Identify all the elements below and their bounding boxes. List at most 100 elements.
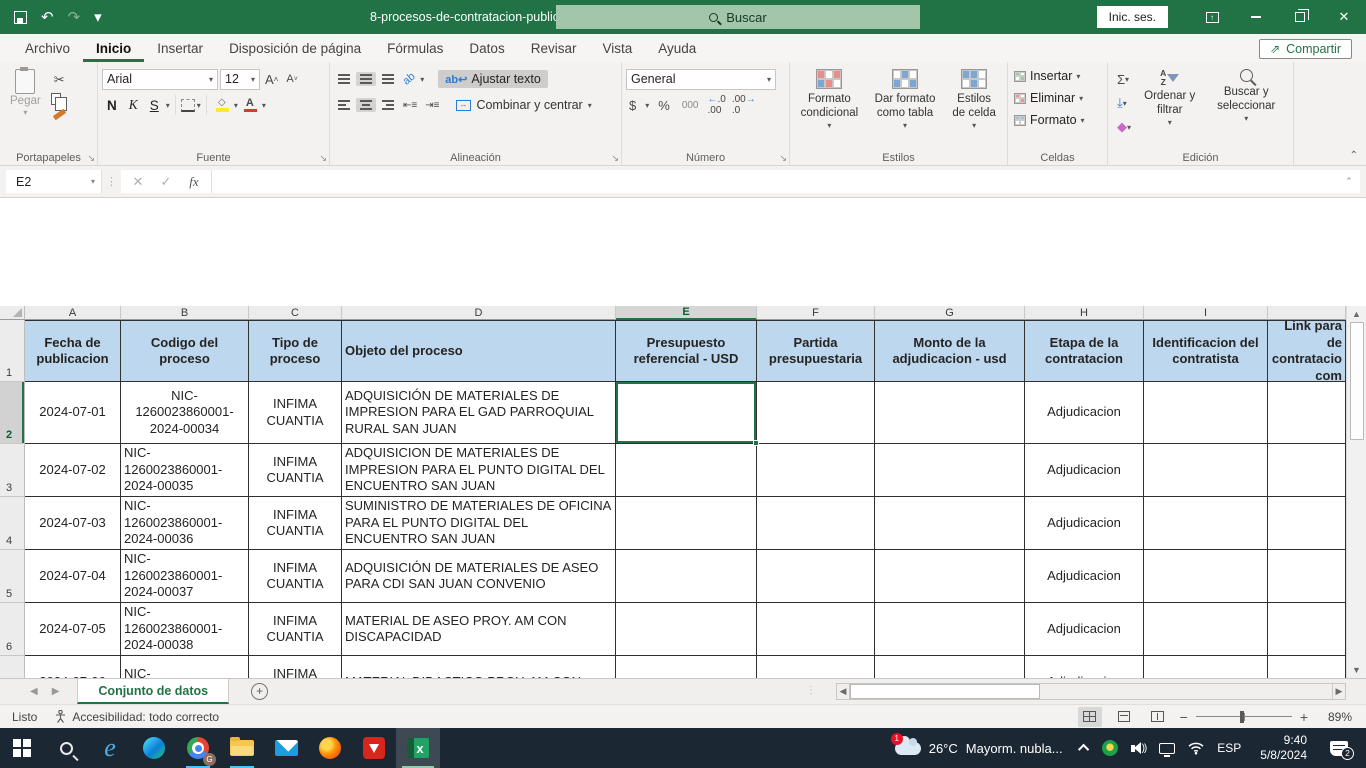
- number-dialog-launcher-icon[interactable]: ↘: [779, 153, 787, 164]
- cell-D3[interactable]: ADQUISICION DE MATERIALES DE IMPRESION P…: [342, 444, 616, 497]
- cell-I6[interactable]: [1144, 603, 1268, 656]
- cell-B7[interactable]: NIC-1260023860001-: [121, 656, 249, 678]
- enter-icon[interactable]: ✓: [153, 174, 179, 190]
- cell-styles-button[interactable]: Estilos de celda▾: [945, 66, 1003, 149]
- select-all-corner[interactable]: [0, 306, 25, 320]
- cell-D4[interactable]: SUMINISTRO DE MATERIALES DE OFICINA PARA…: [342, 497, 616, 550]
- firefox-icon[interactable]: [308, 728, 352, 768]
- row-header-3[interactable]: 3: [0, 444, 25, 497]
- notification-center-icon[interactable]: 2: [1330, 741, 1348, 756]
- cell-J4[interactable]: [1268, 497, 1346, 550]
- row-header-6[interactable]: 6: [0, 603, 25, 656]
- tab-formulas[interactable]: Fórmulas: [374, 36, 456, 62]
- merge-center-button[interactable]: Combinar y centrar ▾: [450, 96, 597, 114]
- cell-B6[interactable]: NIC-1260023860001-2024-00038: [121, 603, 249, 656]
- view-normal-button[interactable]: [1078, 707, 1102, 727]
- align-center-icon[interactable]: [356, 98, 376, 112]
- cell-J3[interactable]: [1268, 444, 1346, 497]
- comma-style-icon[interactable]: 000: [679, 98, 702, 113]
- align-bottom-icon[interactable]: [378, 72, 398, 86]
- cell-C4[interactable]: INFIMA CUANTIA: [249, 497, 342, 550]
- cell-H1[interactable]: Etapa de la contratacion: [1025, 320, 1144, 382]
- tab-insertar[interactable]: Insertar: [144, 36, 216, 62]
- tab-inicio[interactable]: Inicio: [83, 36, 144, 62]
- row-header-2[interactable]: 2: [0, 382, 25, 444]
- wrap-text-button[interactable]: ab↩ Ajustar texto: [438, 70, 548, 88]
- align-middle-icon[interactable]: [356, 72, 376, 86]
- font-color-icon[interactable]: A: [240, 96, 260, 115]
- cell-E1[interactable]: Presupuesto referencial - USD: [616, 320, 757, 382]
- sort-filter-button[interactable]: AZ Ordenar y filtrar▾: [1136, 66, 1203, 149]
- wifi-icon[interactable]: [1188, 742, 1204, 755]
- cell-F4[interactable]: [757, 497, 875, 550]
- cell-F5[interactable]: [757, 550, 875, 603]
- clear-icon[interactable]: ◆ ▾: [1114, 117, 1134, 137]
- view-page-layout-button[interactable]: [1112, 707, 1136, 727]
- cell-I4[interactable]: [1144, 497, 1268, 550]
- borders-icon[interactable]: [181, 99, 195, 112]
- fill-handle[interactable]: [753, 440, 759, 446]
- cell-F2[interactable]: [757, 382, 875, 444]
- currency-icon[interactable]: $: [626, 96, 639, 115]
- cell-G7[interactable]: [875, 656, 1025, 678]
- internet-explorer-icon[interactable]: e: [88, 728, 132, 768]
- start-button[interactable]: [0, 728, 44, 768]
- scroll-right-icon[interactable]: ▶: [1332, 683, 1346, 700]
- cell-H7[interactable]: Adjudicacion: [1025, 656, 1144, 678]
- cell-C7[interactable]: INFIMA CUANTIA: [249, 656, 342, 678]
- cell-E5[interactable]: [616, 550, 757, 603]
- cell-J5[interactable]: [1268, 550, 1346, 603]
- autosum-icon[interactable]: Σ ▾: [1114, 70, 1134, 89]
- close-button[interactable]: ✕: [1322, 0, 1366, 34]
- vertical-scrollbar[interactable]: ▲ ▼: [1346, 306, 1366, 678]
- chrome-icon[interactable]: G: [176, 728, 220, 768]
- cell-A5[interactable]: 2024-07-04: [25, 550, 121, 603]
- cell-C6[interactable]: INFIMA CUANTIA: [249, 603, 342, 656]
- cut-icon[interactable]: ✂: [51, 70, 68, 90]
- cell-G1[interactable]: Monto de la adjudicacion - usd: [875, 320, 1025, 382]
- increase-font-icon[interactable]: A˄: [262, 70, 281, 89]
- add-sheet-button[interactable]: +: [251, 683, 268, 700]
- row-header-4[interactable]: 4: [0, 497, 25, 550]
- cell-G2[interactable]: [875, 382, 1025, 444]
- bold-button[interactable]: N: [102, 97, 122, 114]
- clipboard-dialog-launcher-icon[interactable]: ↘: [87, 153, 95, 164]
- cell-C5[interactable]: INFIMA CUANTIA: [249, 550, 342, 603]
- cell-F6[interactable]: [757, 603, 875, 656]
- formula-bar-splitter[interactable]: ⋮: [102, 166, 121, 197]
- increase-indent-icon[interactable]: ⇥≡: [422, 98, 442, 113]
- cell-D7[interactable]: MATERIAL DIDACTICO PROY. AM CON: [342, 656, 616, 678]
- font-dialog-launcher-icon[interactable]: ↘: [319, 153, 327, 164]
- tray-chevron-icon[interactable]: [1078, 744, 1089, 755]
- orientation-icon[interactable]: ab: [397, 67, 421, 91]
- number-format-select[interactable]: General▾: [626, 69, 776, 90]
- cell-B3[interactable]: NIC-1260023860001-2024-00035: [121, 444, 249, 497]
- column-header-J[interactable]: [1268, 306, 1346, 320]
- edge-icon[interactable]: [132, 728, 176, 768]
- cell-I7[interactable]: [1144, 656, 1268, 678]
- increase-decimal-icon[interactable]: ←.0.00: [708, 94, 726, 116]
- accessibility-status[interactable]: Accesibilidad: todo correcto: [55, 710, 219, 724]
- cell-B2[interactable]: NIC-1260023860001-2024-00034: [121, 382, 249, 444]
- horizontal-scrollbar[interactable]: ◀ ▶: [836, 683, 1346, 700]
- align-right-icon[interactable]: [378, 98, 398, 112]
- cell-J7[interactable]: [1268, 656, 1346, 678]
- cell-B1[interactable]: Codigo del proceso: [121, 320, 249, 382]
- conditional-formatting-button[interactable]: Formato condicional▾: [794, 66, 865, 149]
- paste-button[interactable]: Pegar ▾: [4, 66, 47, 149]
- tab-vista[interactable]: Vista: [589, 36, 645, 62]
- column-header-A[interactable]: A: [25, 306, 121, 320]
- cell-A2[interactable]: 2024-07-01: [25, 382, 121, 444]
- vertical-scroll-thumb[interactable]: [1350, 322, 1364, 440]
- cell-B4[interactable]: NIC-1260023860001-2024-00036: [121, 497, 249, 550]
- tab-ayuda[interactable]: Ayuda: [645, 36, 709, 62]
- cell-H3[interactable]: Adjudicacion: [1025, 444, 1144, 497]
- cell-D2[interactable]: ADQUISICIÓN DE MATERIALES DE IMPRESION P…: [342, 382, 616, 444]
- tab-datos[interactable]: Datos: [456, 36, 517, 62]
- cell-I2[interactable]: [1144, 382, 1268, 444]
- alignment-dialog-launcher-icon[interactable]: ↘: [611, 153, 619, 164]
- excel-taskbar-icon[interactable]: x: [396, 728, 440, 768]
- cell-H2[interactable]: Adjudicacion: [1025, 382, 1144, 444]
- cell-E7[interactable]: [616, 656, 757, 678]
- align-top-icon[interactable]: [334, 72, 354, 86]
